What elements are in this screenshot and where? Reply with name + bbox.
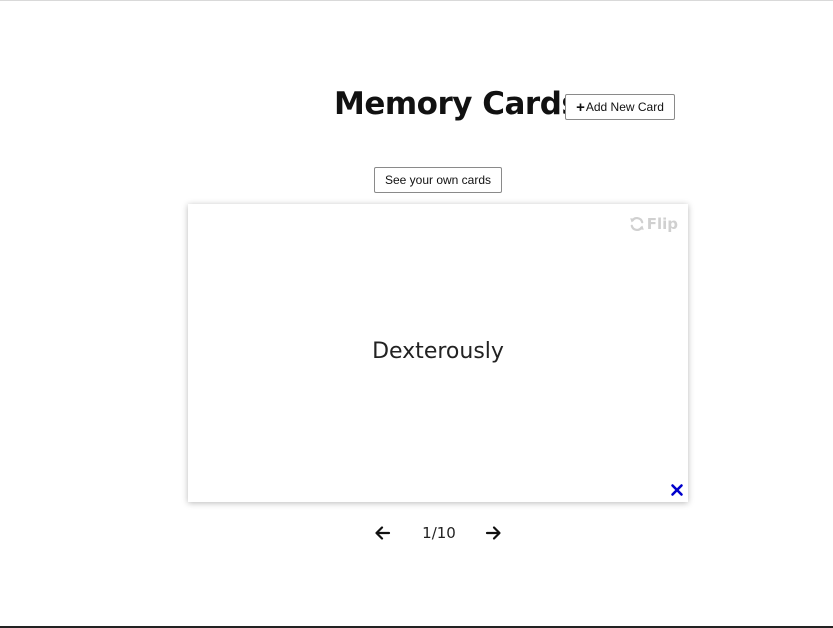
plus-icon: +	[576, 98, 585, 116]
flip-button[interactable]: Flip	[629, 215, 678, 233]
add-new-card-button[interactable]: + Add New Card	[565, 94, 675, 120]
arrow-right-icon[interactable]	[484, 524, 502, 542]
card-word: Dexterously	[372, 339, 504, 364]
card-pagination: 1/10	[372, 520, 506, 546]
top-divider	[0, 0, 833, 1]
card-counter: 1/10	[422, 524, 456, 542]
see-own-cards-button[interactable]: See your own cards	[374, 167, 502, 193]
flash-card[interactable]: Flip Dexterously	[188, 204, 688, 502]
close-icon[interactable]	[670, 483, 684, 497]
arrow-left-icon[interactable]	[374, 524, 392, 542]
add-new-card-label: Add New Card	[585, 100, 664, 114]
page-title: Memory Cards	[334, 86, 580, 122]
memory-cards-page: Memory Cards + Add New Card See your own…	[0, 0, 833, 628]
refresh-icon	[629, 217, 644, 231]
flip-label: Flip	[646, 215, 678, 233]
